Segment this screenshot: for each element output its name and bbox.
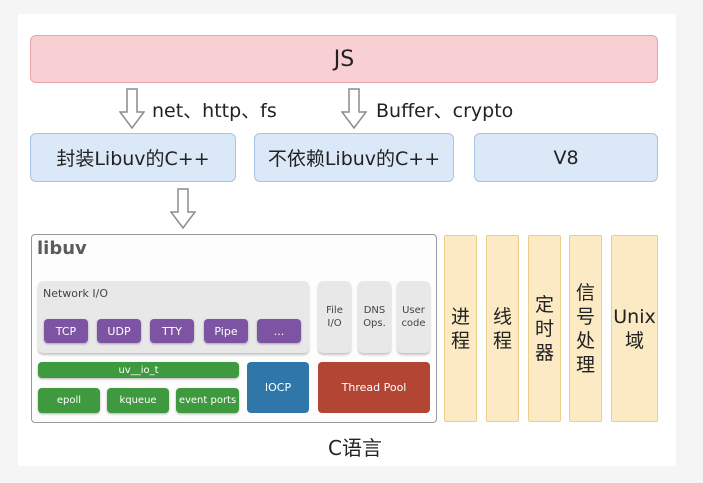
system-column-timer: 定 时 器 xyxy=(528,235,561,422)
v8-label: V8 xyxy=(553,146,579,169)
system-column-label: 进 程 xyxy=(450,305,470,352)
poller-label: event ports xyxy=(178,395,237,406)
cpp-non-libuv-label: 不依赖Libuv的C++ xyxy=(267,148,441,170)
system-column-label: 定 时 器 xyxy=(534,293,554,364)
network-item-label: Pipe xyxy=(214,324,238,338)
system-column-label: 信 号 处 理 xyxy=(575,281,595,376)
cpp-libuv-wrapped-box: 封装Libuv的C++ xyxy=(30,133,236,182)
down-arrow-icon xyxy=(170,188,196,230)
network-item-label: TCP xyxy=(55,324,77,338)
network-item-label: ... xyxy=(273,324,285,338)
network-item-pipe: Pipe xyxy=(204,319,248,343)
poller-label: kqueue xyxy=(119,395,157,406)
down-arrow-icon xyxy=(341,88,367,130)
uv-io-t-label: uv__io_t xyxy=(118,364,159,376)
thread-pool-box: Thread Pool xyxy=(318,362,430,413)
uv-io-t-bar: uv__io_t xyxy=(38,362,239,378)
c-language-label: C语言 xyxy=(328,436,382,460)
user-code-label: User code xyxy=(401,305,426,329)
poller-epoll: epoll xyxy=(38,388,100,413)
system-column-unix-domain: Unix 域 xyxy=(611,235,658,422)
iocp-label: IOCP xyxy=(264,381,292,394)
file-io-box: File I/O xyxy=(318,281,351,353)
poller-label: epoll xyxy=(56,395,82,406)
cpp-non-libuv-box: 不依赖Libuv的C++ xyxy=(254,133,454,182)
poller-event-ports: event ports xyxy=(176,388,239,413)
js-layer-label: JS xyxy=(333,46,355,72)
dns-ops-label: DNS Ops. xyxy=(363,305,386,329)
network-item-label: TTY xyxy=(162,324,182,338)
cpp-libuv-wrapped-label: 封装Libuv的C++ xyxy=(56,148,210,170)
network-io-label: Network I/O xyxy=(43,287,109,300)
libuv-title: libuv xyxy=(37,238,87,259)
system-column-process: 进 程 xyxy=(444,235,477,422)
poller-kqueue: kqueue xyxy=(107,388,169,413)
system-column-label: 线 程 xyxy=(492,305,512,352)
network-item-tcp: TCP xyxy=(44,319,88,343)
arrow-label-buffer-crypto: Buffer、crypto xyxy=(376,100,514,122)
network-item-tty: TTY xyxy=(150,319,194,343)
network-item-udp: UDP xyxy=(97,319,141,343)
js-layer-box: JS xyxy=(30,35,658,83)
dns-ops-box: DNS Ops. xyxy=(358,281,391,353)
file-io-label: File I/O xyxy=(326,305,343,329)
network-item-more: ... xyxy=(257,319,301,343)
system-column-label: Unix 域 xyxy=(613,305,656,352)
network-item-label: UDP xyxy=(107,324,131,338)
v8-box: V8 xyxy=(474,133,658,182)
arrow-label-net-http-fs: net、http、fs xyxy=(152,100,277,122)
thread-pool-label: Thread Pool xyxy=(341,381,407,394)
iocp-box: IOCP xyxy=(247,362,309,413)
down-arrow-icon xyxy=(119,88,145,130)
user-code-box: User code xyxy=(397,281,430,353)
system-column-signal: 信 号 处 理 xyxy=(569,235,602,422)
system-column-thread: 线 程 xyxy=(486,235,519,422)
